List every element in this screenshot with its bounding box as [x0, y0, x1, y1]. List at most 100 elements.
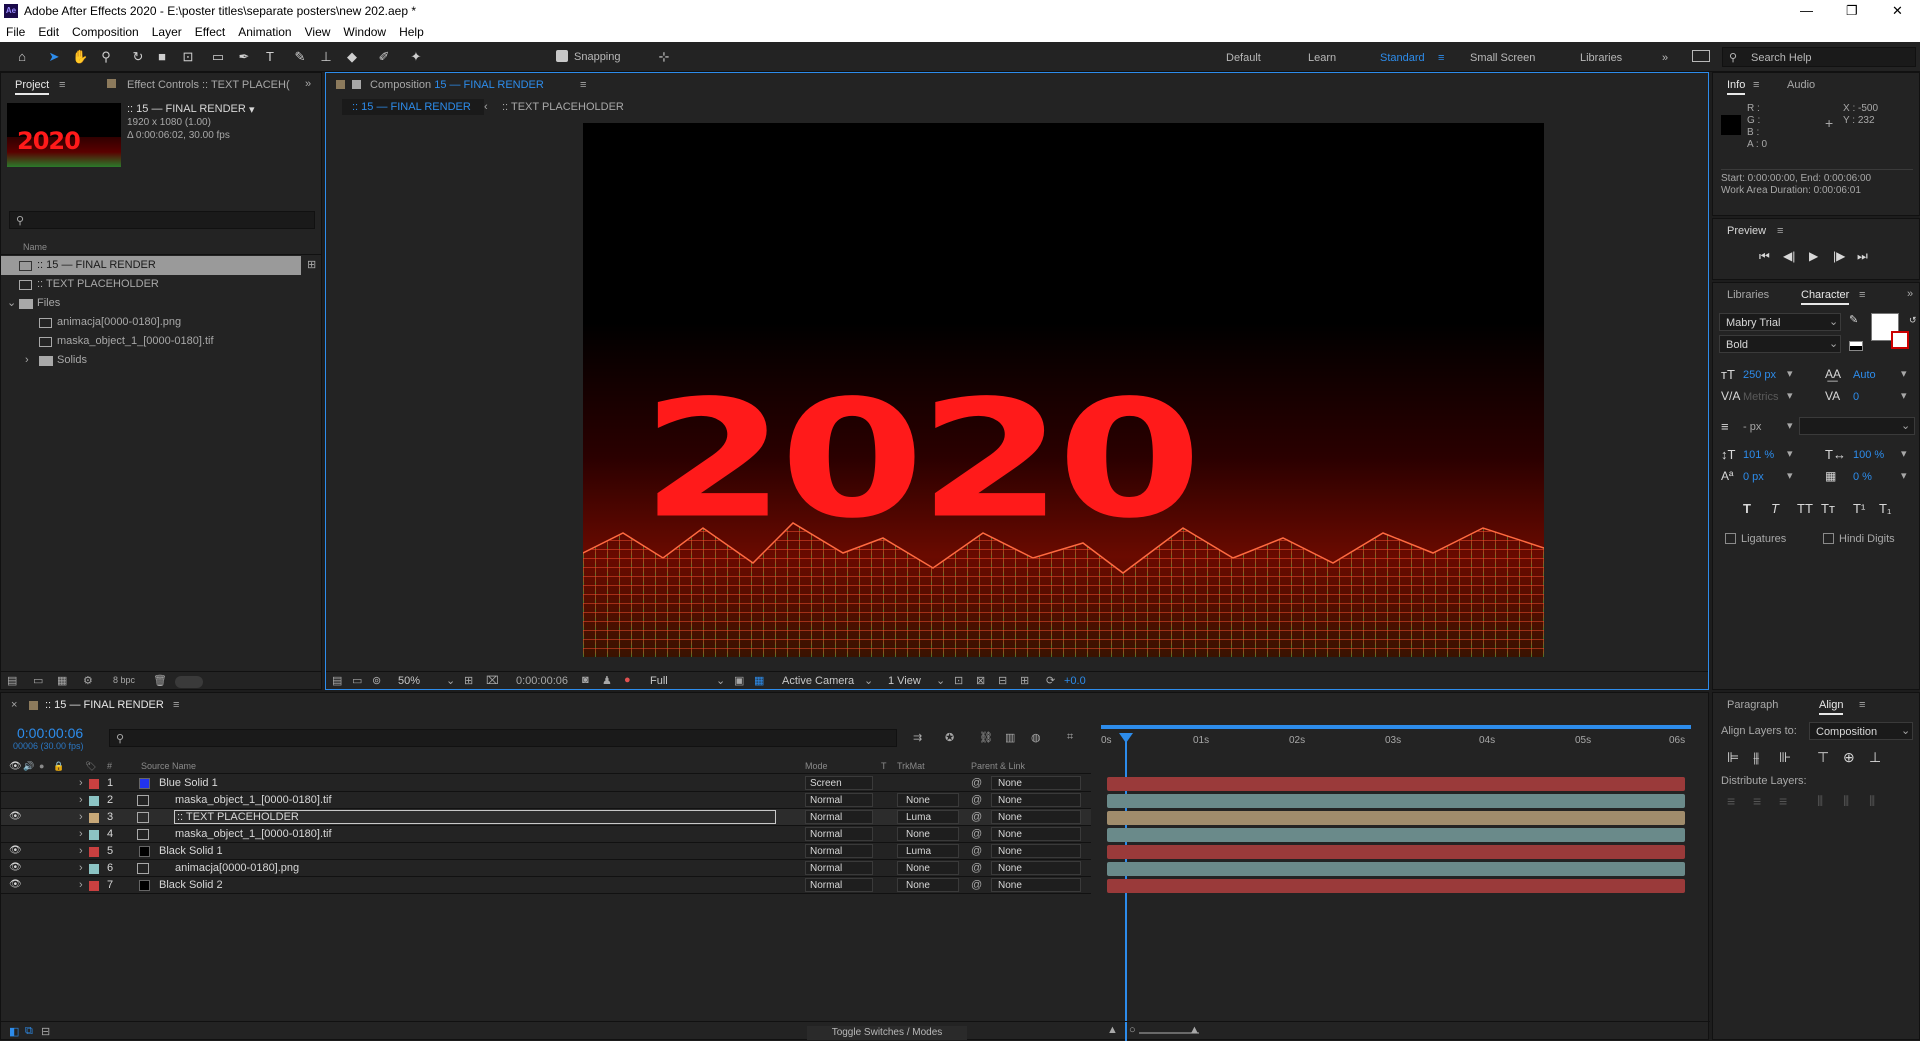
roto-brush-tool-icon[interactable]: ✐: [376, 49, 392, 65]
comp-lock-icon[interactable]: [336, 80, 345, 89]
layer-visibility-icon[interactable]: 👁: [9, 811, 22, 822]
rotate-tool-icon[interactable]: ↻: [130, 49, 146, 65]
chevron-down-icon[interactable]: ⌄: [1901, 724, 1910, 737]
layer-trkmat-dropdown[interactable]: None: [897, 793, 959, 807]
puppet-tool-icon[interactable]: ✦: [408, 49, 424, 65]
solo-toggle-icon[interactable]: ●: [39, 761, 44, 771]
trkmat-header[interactable]: TrkMat: [897, 761, 925, 771]
font-style-dropdown[interactable]: Bold: [1719, 335, 1841, 353]
new-folder-icon[interactable]: ▭: [33, 674, 43, 687]
snap-options-icon[interactable]: ⊹: [656, 49, 672, 65]
in-out-icon[interactable]: ⊟: [41, 1025, 50, 1038]
tab-composition[interactable]: Composition 15 — FINAL RENDER: [370, 79, 544, 91]
layer-label-swatch[interactable]: [89, 881, 99, 891]
project-item[interactable]: maska_object_1_[0000-0180].tif: [1, 332, 321, 351]
tracking-value[interactable]: 0: [1853, 391, 1859, 403]
tab-preview[interactable]: Preview: [1727, 225, 1766, 237]
layer-duration-bar[interactable]: [1107, 794, 1685, 808]
comp-viewer[interactable]: 2020: [583, 123, 1544, 657]
layer-mode-dropdown[interactable]: Normal: [805, 793, 873, 807]
lock-toggle-icon[interactable]: 🔒: [53, 761, 64, 772]
t-header[interactable]: T: [881, 761, 887, 771]
layer-parent-dropdown[interactable]: None: [991, 861, 1081, 875]
hand-tool-icon[interactable]: ✋: [72, 49, 88, 65]
transparency-grid-icon[interactable]: ▦: [754, 674, 764, 687]
viewer-timecode[interactable]: 0:00:00:06: [516, 675, 568, 687]
layer-trkmat-dropdown[interactable]: Luma: [897, 844, 959, 858]
always-preview-icon[interactable]: ▤: [332, 674, 342, 687]
chevron-right-icon[interactable]: ›: [79, 811, 83, 823]
vr-icon[interactable]: ⊚: [372, 674, 381, 687]
chevron-down-icon[interactable]: ⌄: [1901, 419, 1910, 432]
graph-editor-icon[interactable]: ⌗: [1067, 731, 1073, 744]
small-caps-button[interactable]: Tт: [1821, 501, 1835, 516]
search-help-field[interactable]: ⚲ Search Help: [1722, 47, 1916, 67]
eraser-tool-icon[interactable]: ◆: [344, 49, 360, 65]
align-to-dropdown[interactable]: Composition: [1809, 722, 1913, 740]
snapping-checkbox[interactable]: [556, 50, 568, 62]
layer-trkmat-dropdown[interactable]: Luma: [897, 810, 959, 824]
layer-visibility-icon[interactable]: 👁: [9, 862, 22, 873]
layer-mode-dropdown[interactable]: Normal: [805, 861, 873, 875]
tab-effect-controls[interactable]: Effect Controls :: TEXT PLACEH(: [127, 79, 290, 91]
workspace-learn[interactable]: Learn: [1308, 52, 1336, 64]
chevron-down-icon[interactable]: ▾: [1787, 419, 1793, 432]
zoom-slider-handle[interactable]: ○: [1129, 1024, 1136, 1036]
audio-toggle-icon[interactable]: 🔊: [23, 761, 34, 772]
menu-animation[interactable]: Animation: [238, 25, 291, 39]
layer-row[interactable]: 👁 › 6 animacja[0000-0180].png Normal Non…: [1, 860, 1091, 877]
layer-mode-dropdown[interactable]: Normal: [805, 827, 873, 841]
faux-bold-button[interactable]: T: [1743, 501, 1751, 516]
swap-colors-icon[interactable]: ↺: [1909, 315, 1917, 326]
chevron-down-icon[interactable]: ▾: [1901, 389, 1907, 402]
leading-value[interactable]: Auto: [1853, 369, 1876, 381]
layer-duration-bar[interactable]: [1107, 879, 1685, 893]
menu-edit[interactable]: Edit: [38, 25, 59, 39]
faux-italic-button[interactable]: T: [1771, 501, 1779, 516]
timeline-icon[interactable]: ⊟: [998, 674, 1007, 687]
distribute-v-center-icon[interactable]: ≡: [1753, 793, 1761, 809]
layer-source-name[interactable]: animacja[0000-0180].png: [175, 862, 299, 874]
menu-file[interactable]: File: [6, 25, 25, 39]
reset-exposure-icon[interactable]: ⟳: [1046, 674, 1055, 687]
region-of-interest-icon[interactable]: ▣: [734, 674, 744, 687]
layer-duration-bar[interactable]: [1107, 777, 1685, 791]
layer-source-name[interactable]: maska_object_1_[0000-0180].tif: [175, 794, 332, 806]
trash-icon[interactable]: 🗑: [153, 674, 167, 687]
layer-row[interactable]: 👁 › 7 Black Solid 2 Normal None @ None: [1, 877, 1091, 894]
chevron-down-icon[interactable]: ⌄: [936, 674, 945, 687]
comp-dropdown-icon[interactable]: ▾: [249, 103, 255, 116]
close-button[interactable]: ✕: [1892, 3, 1903, 19]
layer-label-swatch[interactable]: [89, 830, 99, 840]
distribute-bottom-icon[interactable]: ≡: [1779, 793, 1787, 809]
resolution-dropdown[interactable]: Full: [650, 675, 668, 687]
mode-header[interactable]: Mode: [805, 761, 828, 771]
character-menu-icon[interactable]: ≡: [1859, 289, 1865, 301]
layer-visibility-icon[interactable]: 👁: [9, 879, 22, 890]
camera-tool-icon[interactable]: ■: [154, 49, 170, 65]
chevron-down-icon[interactable]: ▾: [1901, 447, 1907, 460]
align-bottom-icon[interactable]: ⊥: [1869, 749, 1881, 766]
mask-visibility-icon[interactable]: ⌧: [486, 674, 499, 687]
distribute-h-center-icon[interactable]: ⦀: [1843, 793, 1849, 810]
chevron-right-icon[interactable]: ›: [79, 845, 83, 857]
info-menu-icon[interactable]: ≡: [1753, 79, 1759, 91]
flowchart-view-icon[interactable]: ⊞: [1020, 674, 1029, 687]
eyedropper-icon[interactable]: ✎: [1849, 313, 1858, 326]
last-frame-icon[interactable]: ⏭: [1857, 249, 1868, 264]
preview-menu-icon[interactable]: ≡: [1777, 225, 1783, 237]
baseline-shift-value[interactable]: 0 px: [1743, 471, 1764, 483]
layer-row[interactable]: › 4 maska_object_1_[0000-0180].tif Norma…: [1, 826, 1091, 843]
align-v-center-icon[interactable]: ⊕: [1843, 749, 1855, 766]
layer-switches-icon[interactable]: ◧: [9, 1025, 19, 1038]
layer-source-name[interactable]: Blue Solid 1: [159, 777, 218, 789]
pickwhip-icon[interactable]: @: [971, 794, 982, 806]
project-item[interactable]: animacja[0000-0180].png: [1, 313, 321, 332]
menu-view[interactable]: View: [305, 25, 331, 39]
all-caps-button[interactable]: TT: [1797, 501, 1813, 516]
align-top-icon[interactable]: ⊤: [1817, 749, 1829, 766]
font-family-dropdown[interactable]: Mabry Trial: [1719, 313, 1841, 331]
layer-label-swatch[interactable]: [89, 864, 99, 874]
layer-mode-dropdown[interactable]: Screen: [805, 776, 873, 790]
layer-duration-bar[interactable]: [1107, 862, 1685, 876]
